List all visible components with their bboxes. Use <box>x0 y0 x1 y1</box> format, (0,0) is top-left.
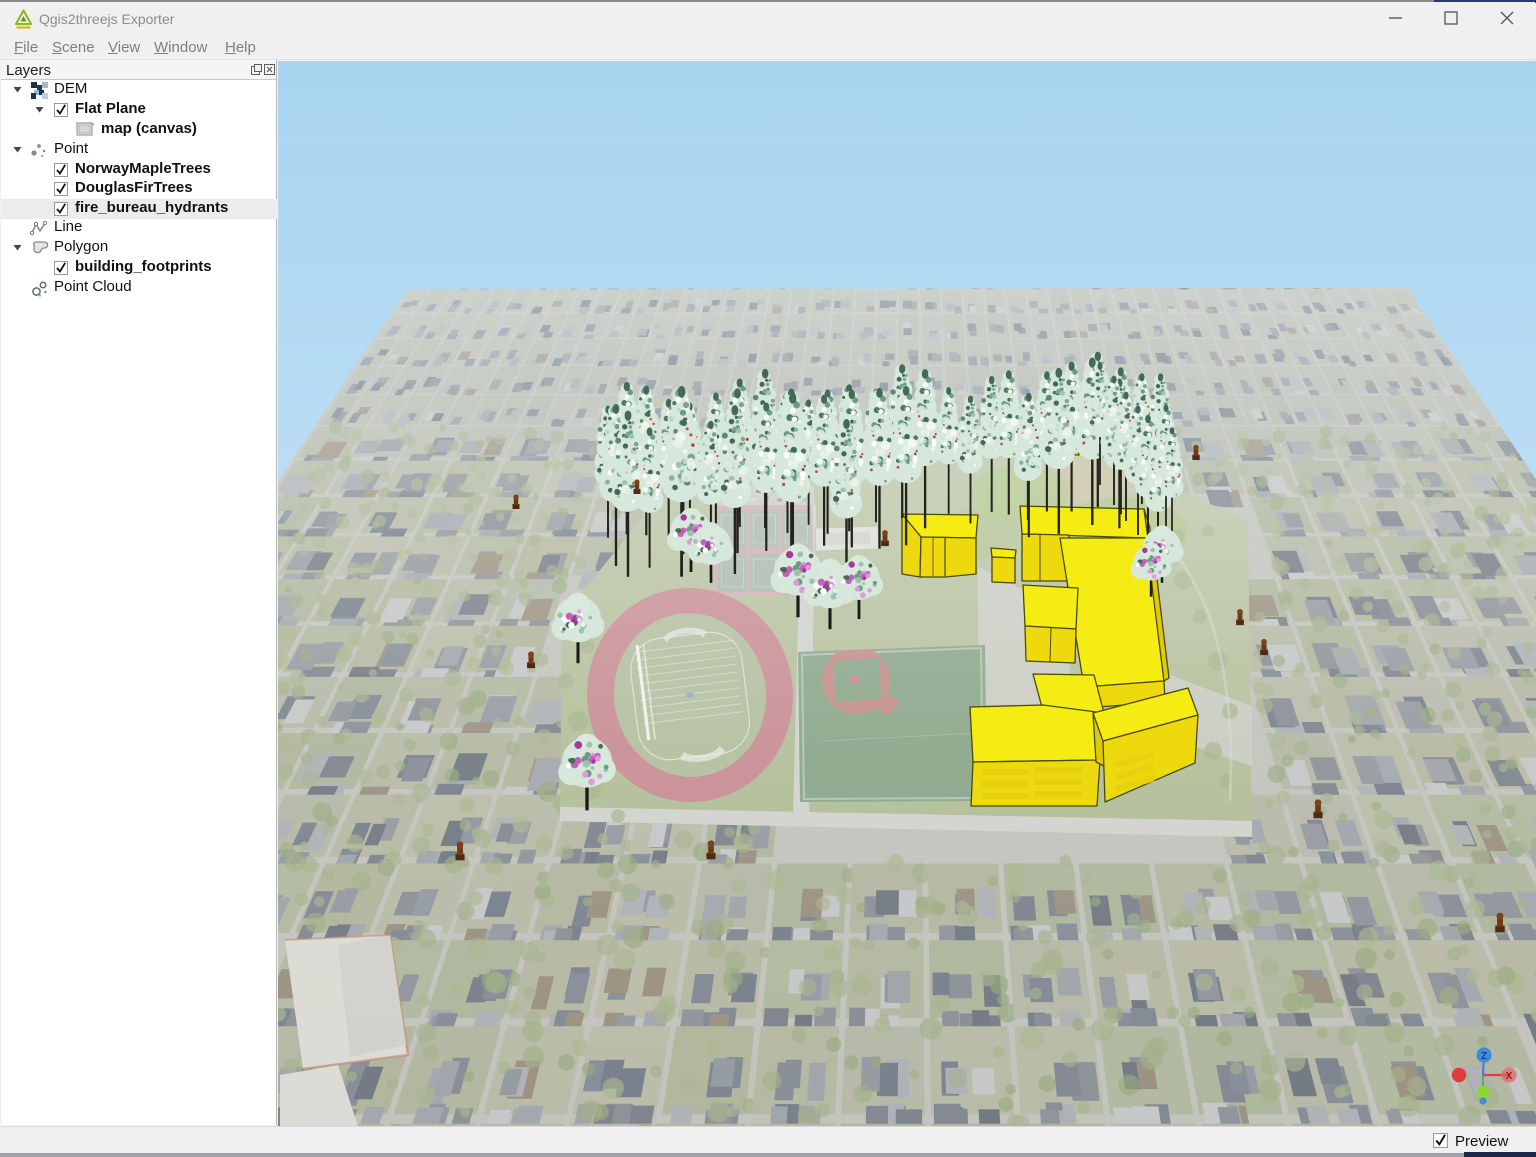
svg-text:Z: Z <box>1481 1051 1487 1062</box>
svg-text:X: X <box>1506 1071 1513 1082</box>
